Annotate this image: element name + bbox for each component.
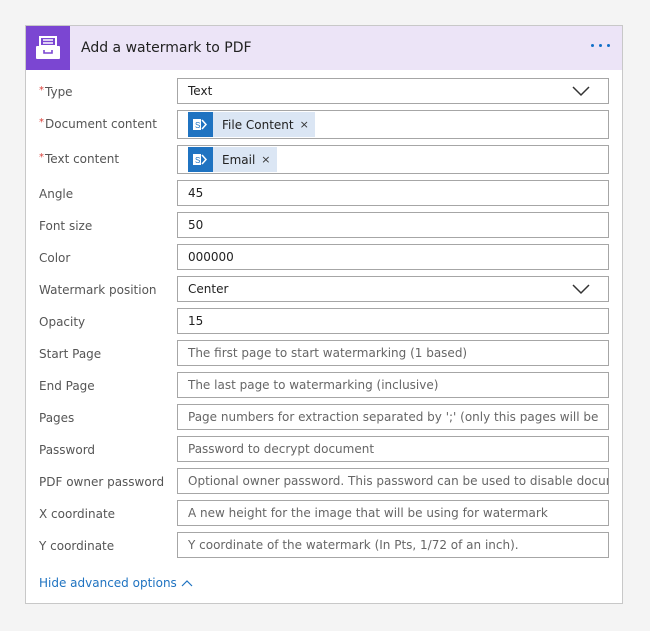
- pages-input[interactable]: Page numbers for extraction separated by…: [177, 404, 609, 430]
- field-label: End Page: [39, 379, 95, 393]
- sharepoint-icon: S: [188, 147, 213, 172]
- action-card: Add a watermark to PDF *Type Text *Docum…: [25, 25, 623, 604]
- field-label: Password: [39, 443, 96, 457]
- field-label: Pages: [39, 411, 75, 425]
- field-row-y-coordinate: Y coordinate Y coordinate of the waterma…: [39, 532, 622, 564]
- dynamic-content-token[interactable]: S Email ×: [188, 147, 277, 172]
- svg-text:S: S: [195, 156, 200, 165]
- field-label: Start Page: [39, 347, 102, 361]
- field-label: *Type: [39, 85, 73, 99]
- hide-advanced-options-link[interactable]: Hide advanced options: [39, 576, 193, 590]
- field-row-color: Color 000000: [39, 244, 622, 276]
- opacity-input[interactable]: 15: [177, 308, 609, 334]
- field-row-watermark-position: Watermark position Center: [39, 276, 622, 308]
- field-row-password: Password Password to decrypt document: [39, 436, 622, 468]
- field-row-angle: Angle 45: [39, 180, 622, 212]
- ellipsis-icon: [591, 44, 594, 47]
- y-coordinate-input[interactable]: Y coordinate of the watermark (In Pts, 1…: [177, 532, 609, 558]
- field-row-start-page: Start Page The first page to start water…: [39, 340, 622, 372]
- file-cabinet-icon: [26, 26, 70, 70]
- field-label: Y coordinate: [39, 539, 115, 553]
- chevron-down-icon: [572, 86, 590, 97]
- field-label: Opacity: [39, 315, 86, 329]
- field-row-pages: Pages Page numbers for extraction separa…: [39, 404, 622, 436]
- field-label: *Document content: [39, 117, 157, 131]
- sharepoint-icon: S: [188, 112, 213, 137]
- card-header[interactable]: Add a watermark to PDF: [26, 26, 622, 70]
- field-label: Angle: [39, 187, 74, 201]
- field-row-document-content: *Document content S File Content ×: [39, 110, 622, 145]
- field-label: *Text content: [39, 152, 120, 166]
- start-page-input[interactable]: The first page to start watermarking (1 …: [177, 340, 609, 366]
- end-page-input[interactable]: The last page to watermarking (inclusive…: [177, 372, 609, 398]
- chevron-down-icon: [572, 284, 590, 295]
- required-marker: *: [39, 117, 44, 128]
- color-input[interactable]: 000000: [177, 244, 609, 270]
- field-row-text-content: *Text content S Email ×: [39, 145, 622, 180]
- field-label: X coordinate: [39, 507, 116, 521]
- chevron-up-icon: [181, 580, 193, 587]
- text-content-input[interactable]: S Email ×: [177, 145, 609, 174]
- field-label: PDF owner password: [39, 475, 165, 489]
- required-marker: *: [39, 152, 44, 163]
- dynamic-content-token[interactable]: S File Content ×: [188, 112, 315, 137]
- remove-token-icon[interactable]: ×: [300, 118, 309, 131]
- field-row-x-coordinate: X coordinate A new height for the image …: [39, 500, 622, 532]
- watermark-position-dropdown[interactable]: Center: [177, 276, 609, 302]
- more-options-button[interactable]: [589, 40, 612, 51]
- password-input[interactable]: Password to decrypt document: [177, 436, 609, 462]
- field-label: Color: [39, 251, 71, 265]
- remove-token-icon[interactable]: ×: [261, 153, 270, 166]
- field-row-type: *Type Text: [39, 78, 622, 110]
- field-label: Font size: [39, 219, 93, 233]
- type-dropdown[interactable]: Text: [177, 78, 609, 104]
- x-coordinate-input[interactable]: A new height for the image that will be …: [177, 500, 609, 526]
- field-row-opacity: Opacity 15: [39, 308, 622, 340]
- angle-input[interactable]: 45: [177, 180, 609, 206]
- form-fields: *Type Text *Document content S File Cont…: [26, 70, 622, 564]
- field-label: Watermark position: [39, 283, 157, 297]
- font-size-input[interactable]: 50: [177, 212, 609, 238]
- pdf-owner-password-input[interactable]: Optional owner password. This password c…: [177, 468, 609, 494]
- field-row-end-page: End Page The last page to watermarking (…: [39, 372, 622, 404]
- field-row-pdf-owner-password: PDF owner password Optional owner passwo…: [39, 468, 622, 500]
- card-title: Add a watermark to PDF: [81, 40, 252, 56]
- document-content-input[interactable]: S File Content ×: [177, 110, 609, 139]
- required-marker: *: [39, 85, 44, 96]
- field-row-font-size: Font size 50: [39, 212, 622, 244]
- svg-text:S: S: [195, 121, 200, 130]
